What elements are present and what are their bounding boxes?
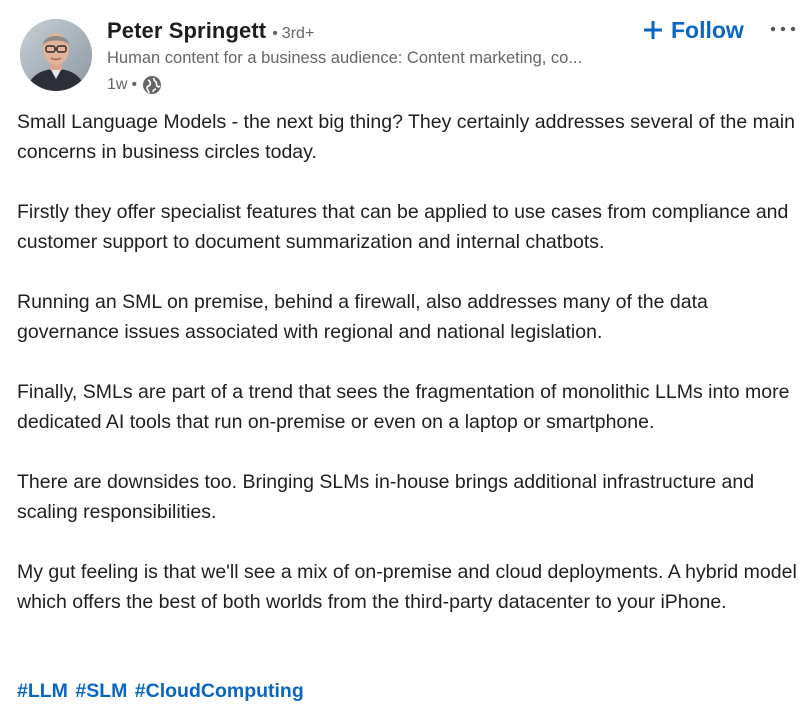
author-name[interactable]: Peter Springett <box>107 18 266 44</box>
hashtag-llm[interactable]: #LLM <box>17 680 68 702</box>
hashtag-slm[interactable]: #SLM <box>75 680 127 702</box>
post-paragraph: My gut feeling is that we'll see a mix o… <box>17 561 797 613</box>
connection-degree-label: 3rd+ <box>281 25 315 42</box>
post-paragraph: Finally, SMLs are part of a trend that s… <box>17 381 790 433</box>
plus-icon <box>642 19 664 41</box>
post-meta: 1w • <box>107 72 627 98</box>
author-headline: Human content for a business audience: C… <box>107 49 583 67</box>
connection-degree: • 3rd+ <box>272 25 315 42</box>
more-options-button[interactable] <box>766 12 800 44</box>
hashtag-list: #LLM #SLM #CloudComputing <box>17 676 306 706</box>
author-avatar[interactable] <box>20 19 92 91</box>
post-body: Small Language Models - the next big thi… <box>17 107 807 647</box>
meta-separator: • <box>131 76 138 93</box>
author-line: Peter Springett • 3rd+ <box>107 18 627 48</box>
post-paragraph: Small Language Models - the next big thi… <box>17 111 795 163</box>
hashtag-cloudcomputing[interactable]: #CloudComputing <box>135 680 304 702</box>
post-paragraph: Running an SML on premise, behind a fire… <box>17 291 708 343</box>
follow-label: Follow <box>671 16 744 43</box>
more-options-icon <box>770 19 796 37</box>
post-header: Peter Springett • 3rd+ Human content for … <box>0 0 811 100</box>
post-paragraph: There are downsides too. Bringing SLMs i… <box>17 471 755 523</box>
globe-icon <box>142 75 162 95</box>
post-timestamp[interactable]: 1w <box>107 76 127 94</box>
follow-button[interactable]: Follow <box>638 14 748 46</box>
author-info: Peter Springett • 3rd+ Human content for … <box>107 18 627 98</box>
post-paragraph: Firstly they offer specialist features t… <box>17 201 789 253</box>
avatar-photo-icon <box>20 19 92 91</box>
